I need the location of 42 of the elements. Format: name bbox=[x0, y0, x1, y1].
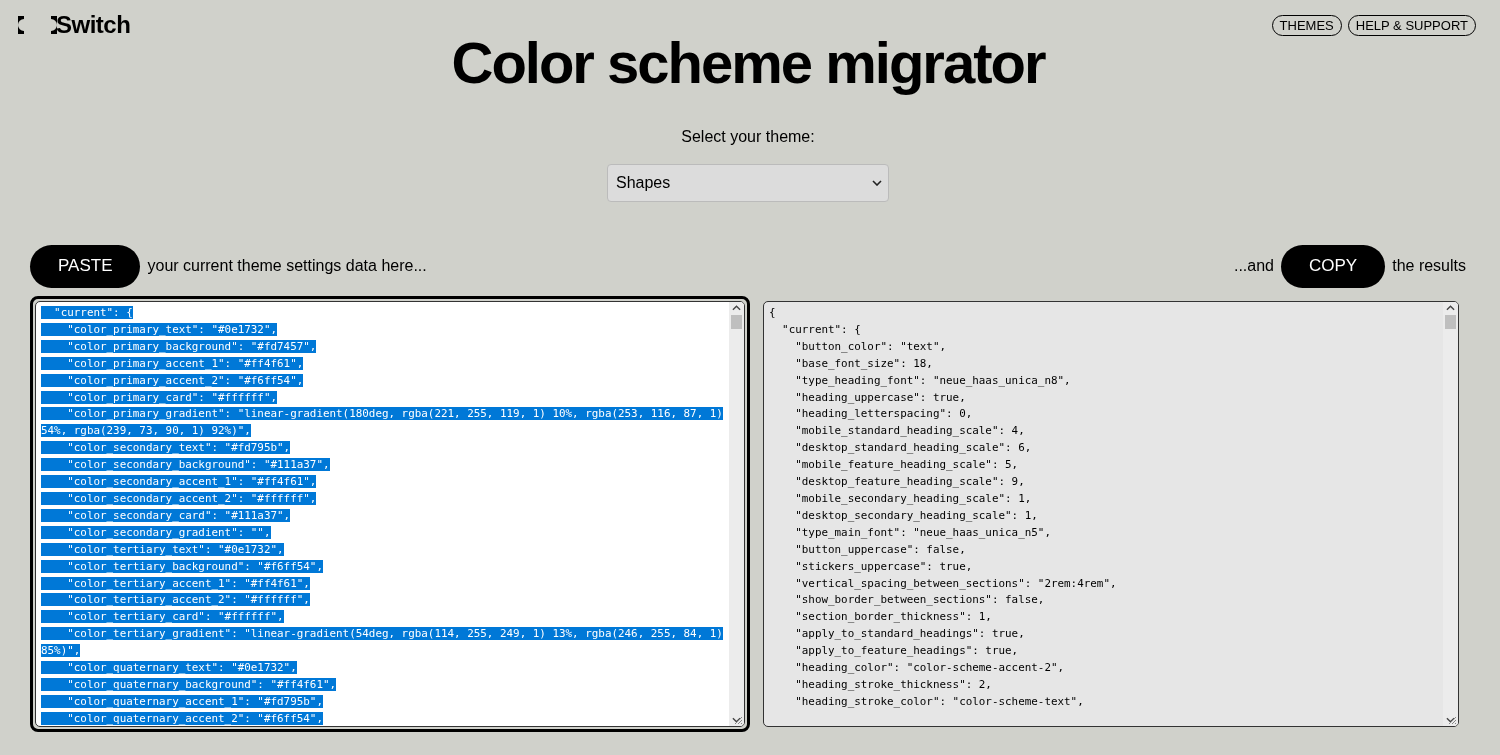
scrollbar-thumb[interactable] bbox=[1445, 315, 1456, 329]
code-line: "base_font_size": 18, bbox=[794, 356, 933, 370]
code-line: "heading_uppercase": true, bbox=[794, 390, 966, 404]
copy-hint: ...and bbox=[1233, 257, 1274, 275]
code-line: "heading_stroke_color": "color-scheme-text", bbox=[794, 694, 1084, 708]
logo-icon bbox=[18, 15, 58, 35]
paste-button[interactable]: PASTE bbox=[30, 244, 141, 288]
code-line: "heading_letterspacing": 0, bbox=[794, 407, 973, 421]
copy-button[interactable]: COPY bbox=[1281, 244, 1386, 288]
code-line: "type_heading_font": "neue_haas_unica_n8", bbox=[794, 373, 1071, 387]
code-line: "section_border_thickness": 1, bbox=[794, 610, 992, 624]
code-line: "desktop_secondary_heading_scale": 1, bbox=[794, 508, 1038, 522]
scrollbar[interactable] bbox=[1443, 302, 1458, 726]
code-line: "type_main_font": "neue_haas_unica_n5", bbox=[794, 525, 1051, 539]
theme-label: Select your theme: bbox=[681, 128, 815, 146]
scroll-up-icon[interactable] bbox=[1446, 305, 1455, 311]
paste-hint: your current theme settings data here... bbox=[147, 257, 427, 275]
code-line: "mobile_feature_heading_scale": 5, bbox=[794, 458, 1019, 472]
code-line: "button_color": "text", bbox=[794, 339, 947, 353]
chevron-icon bbox=[872, 180, 882, 186]
code-line: { bbox=[769, 306, 776, 319]
code-line: "mobile_secondary_heading_scale": 1, bbox=[794, 491, 1032, 505]
code-line: "button_uppercase": false, bbox=[794, 542, 966, 556]
code-line: "heading_color": "color-scheme-accent-2", bbox=[794, 661, 1065, 675]
code-line: "apply_to_standard_headings": true, bbox=[794, 627, 1025, 641]
scroll-up-icon[interactable] bbox=[732, 305, 741, 311]
scrollbar-thumb[interactable] bbox=[731, 315, 742, 329]
page-title: Color scheme migrator bbox=[450, 29, 1046, 97]
code-line: "desktop_standard_heading_scale": 6, bbox=[794, 441, 1032, 455]
code-line: "current": { bbox=[781, 322, 861, 336]
scrollbar[interactable] bbox=[729, 302, 744, 726]
code-line: "mobile_standard_heading_scale": 4, bbox=[794, 424, 1025, 438]
code-line: "vertical_spacing_between_sections": "2rem:4rem", bbox=[794, 576, 1117, 590]
brand-name: Switch bbox=[56, 11, 131, 39]
code-line: "show_border_between_sections": false, bbox=[794, 593, 1045, 607]
theme-select[interactable]: Shapes bbox=[607, 164, 889, 202]
code-line: "stickers_uppercase": true, bbox=[794, 559, 973, 573]
code-line: "heading_stroke_thickness": 2, bbox=[794, 677, 992, 691]
code-line: "apply_to_feature_headings": true, bbox=[794, 644, 1019, 658]
code-line: "desktop_feature_heading_scale": 9, bbox=[794, 475, 1025, 489]
results-output[interactable] bbox=[763, 301, 1459, 727]
copy-hint: the results bbox=[1392, 257, 1466, 275]
